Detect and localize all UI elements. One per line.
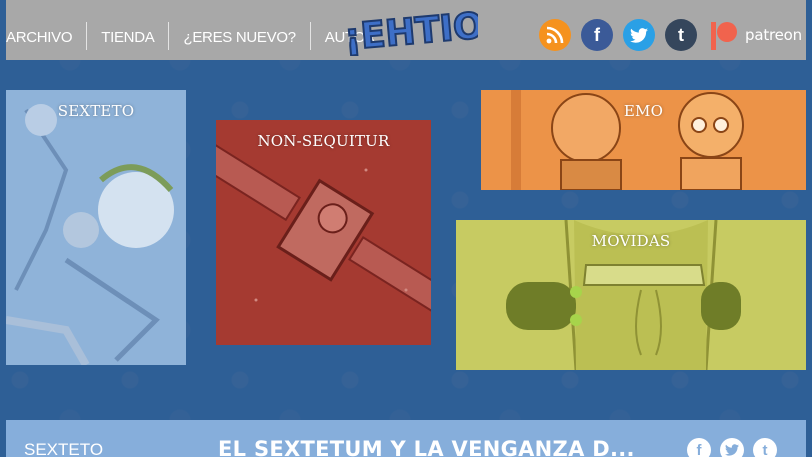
tile-movidas[interactable]: MOVIDAS bbox=[456, 220, 806, 370]
twitter-icon[interactable] bbox=[623, 19, 655, 51]
share-links: f t bbox=[687, 438, 777, 457]
share-facebook-icon[interactable]: f bbox=[687, 438, 711, 457]
nav-eres-nuevo[interactable]: ¿ERES NUEVO? bbox=[169, 22, 311, 50]
tile-sexteto-title: SEXTETO bbox=[57, 102, 135, 120]
main-nav: ARCHIVO TIENDA ¿ERES NUEVO? AUTOR bbox=[6, 22, 389, 50]
site-logo[interactable]: ¡EHTIO! bbox=[338, 3, 503, 59]
share-tumblr-icon[interactable]: t bbox=[753, 438, 777, 457]
patreon-link[interactable]: patreon bbox=[707, 18, 802, 52]
social-links: f t patreon bbox=[539, 18, 802, 52]
logo-text: ¡EHTIO! bbox=[343, 4, 478, 56]
sexteto-illustration bbox=[6, 104, 174, 365]
latest-comic-title[interactable]: EL SEXTETUM Y LA VENGANZA D... bbox=[218, 437, 635, 457]
tile-movidas-title: MOVIDAS bbox=[591, 232, 671, 250]
top-header: ARCHIVO TIENDA ¿ERES NUEVO? AUTOR ¡EHTIO… bbox=[6, 0, 806, 60]
satellite-illustration bbox=[216, 138, 431, 325]
facebook-icon[interactable]: f bbox=[581, 19, 613, 51]
tile-emo-title: EMO bbox=[623, 102, 664, 120]
patreon-label: patreon bbox=[745, 26, 802, 44]
tile-emo[interactable]: EMO bbox=[481, 90, 806, 190]
latest-section-link[interactable]: SEXTETO bbox=[24, 440, 103, 457]
rss-icon[interactable] bbox=[539, 19, 571, 51]
tile-non-sequitur[interactable]: NON-SEQUITUR bbox=[216, 120, 431, 345]
latest-strip-bar: SEXTETO EL SEXTETUM Y LA VENGANZA D... f… bbox=[6, 420, 806, 457]
nav-archivo[interactable]: ARCHIVO bbox=[6, 22, 88, 50]
tumblr-icon[interactable]: t bbox=[665, 19, 697, 51]
share-twitter-icon[interactable] bbox=[720, 438, 744, 457]
nav-tienda[interactable]: TIENDA bbox=[87, 22, 170, 50]
tile-non-sequitur-title: NON-SEQUITUR bbox=[257, 132, 390, 150]
tile-sexteto[interactable]: SEXTETO bbox=[6, 90, 186, 365]
patreon-icon bbox=[711, 22, 737, 50]
